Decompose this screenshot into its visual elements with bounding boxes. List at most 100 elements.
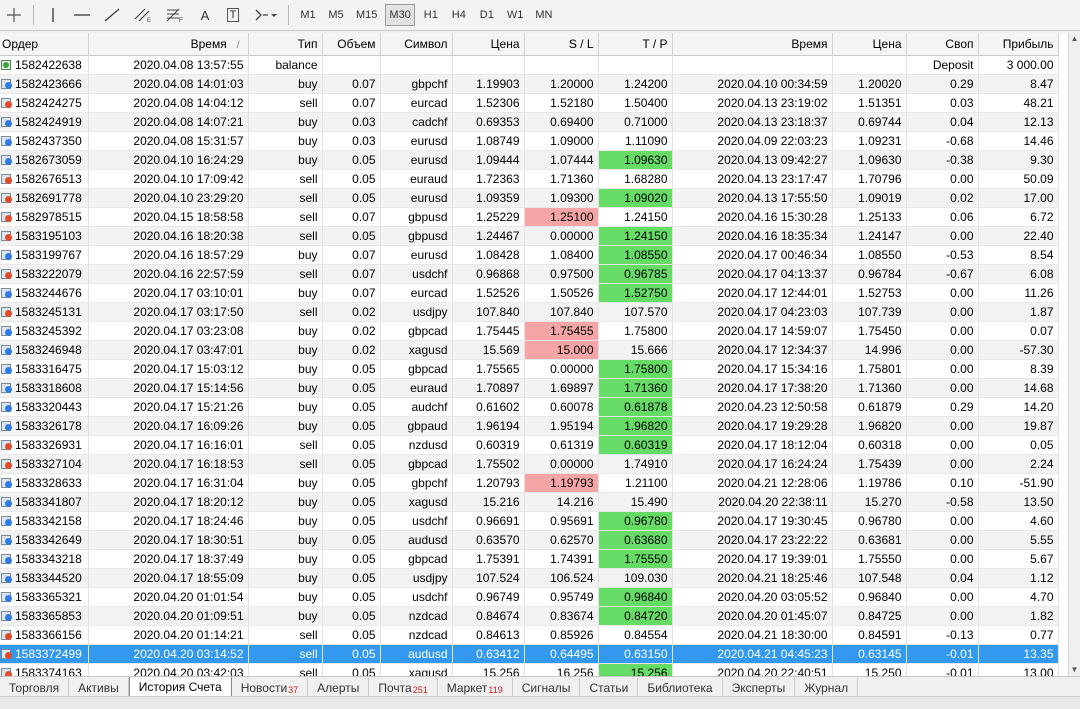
table-row[interactable]: 1583343218 2020.04.17 18:37:49 buy 0.05 gbpc…	[0, 549, 1059, 569]
cell-close-time: 2020.04.23 12:50:58	[672, 397, 833, 417]
sell-order-icon	[1, 192, 12, 204]
shapes-icon[interactable]	[249, 4, 281, 26]
table-row[interactable]: 1582437350 2020.04.08 15:31:57 buy 0.03 euru…	[0, 131, 1059, 151]
cell-stop-loss: 1.09000	[524, 131, 599, 151]
tab-8[interactable]: Сигналы	[513, 678, 581, 697]
vertical-scrollbar[interactable]: ▲ ▼	[1068, 33, 1080, 676]
timeframe-m5[interactable]: M5	[324, 4, 348, 26]
timeframe-m30[interactable]: M30	[385, 4, 415, 26]
horizontal-line-icon[interactable]	[69, 4, 95, 26]
tab-label: Журнал	[804, 680, 849, 695]
col-order[interactable]: Ордер	[0, 33, 89, 56]
text-icon[interactable]: A	[193, 4, 217, 26]
cell-symbol: gbpusd	[380, 226, 453, 246]
tab-1[interactable]: Торговля	[0, 678, 70, 697]
table-row[interactable]: 1582422638 2020.04.08 13:57:55 balance Depo…	[0, 55, 1059, 75]
table-row[interactable]: 1582673059 2020.04.10 16:24:29 buy 0.05 euru…	[0, 150, 1059, 170]
tab-9[interactable]: Статьи	[580, 678, 639, 697]
table-row[interactable]: 1583341807 2020.04.17 18:20:12 buy 0.05 xagu…	[0, 492, 1059, 512]
table-row[interactable]: 1583374163 2020.04.20 03:42:03 sell 0.05 xag…	[0, 663, 1059, 676]
table-row[interactable]: 1583365321 2020.04.20 01:01:54 buy 0.05 usdc…	[0, 587, 1059, 607]
table-row[interactable]: 1583328633 2020.04.17 16:31:04 buy 0.05 gbpc…	[0, 473, 1059, 493]
table-row[interactable]: 1583320443 2020.04.17 15:21:26 buy 0.05 audc…	[0, 397, 1059, 417]
col-close-price[interactable]: Цена	[832, 33, 907, 56]
col-profit[interactable]: Прибыль	[978, 33, 1059, 56]
table-row[interactable]: 1583365853 2020.04.20 01:09:51 buy 0.05 nzdc…	[0, 606, 1059, 626]
table-row[interactable]: 1583244676 2020.04.17 03:10:01 buy 0.07 eurc…	[0, 283, 1059, 303]
cell-symbol: usdchf	[380, 264, 453, 284]
table-row[interactable]: 1582424919 2020.04.08 14:07:21 buy 0.03 cadc…	[0, 112, 1059, 132]
table-row[interactable]: 1583327104 2020.04.17 16:18:53 sell 0.05 gbp…	[0, 454, 1059, 474]
table-row[interactable]: 1582423666 2020.04.08 14:01:03 buy 0.07 gbpc…	[0, 74, 1059, 94]
col-sl[interactable]: S / L	[524, 33, 599, 56]
sell-order-icon	[1, 268, 12, 280]
col-open-price[interactable]: Цена	[452, 33, 525, 56]
tab-10[interactable]: Библиотека	[638, 678, 723, 697]
cell-profit: 48.21	[978, 93, 1059, 113]
buy-order-icon	[1, 135, 12, 147]
table-row[interactable]: 1583342158 2020.04.17 18:24:46 buy 0.05 usdc…	[0, 511, 1059, 531]
cell-symbol: usdjpy	[380, 568, 453, 588]
table-row[interactable]: 1583326931 2020.04.17 16:16:01 sell 0.05 nzd…	[0, 435, 1059, 455]
timeframe-m15[interactable]: M15	[352, 4, 381, 26]
table-row[interactable]: 1583372499 2020.04.20 03:14:52 sell 0.05 aud…	[0, 644, 1059, 664]
col-swap[interactable]: Своп	[906, 33, 979, 56]
col-open-time[interactable]: Время /	[88, 33, 249, 56]
tab-11[interactable]: Эксперты	[723, 678, 796, 697]
cell-order-type: sell	[248, 663, 323, 676]
table-row[interactable]: 1583316475 2020.04.17 15:03:12 buy 0.05 gbpc…	[0, 359, 1059, 379]
trendline-icon[interactable]	[99, 4, 125, 26]
table-row[interactable]: 1582676513 2020.04.10 17:09:42 sell 0.05 eur…	[0, 169, 1059, 189]
label-icon[interactable]: T	[221, 4, 245, 26]
history-grid[interactable]: Ордер Время / Тип Объем Символ Цена S / L…	[0, 33, 1068, 676]
col-close-time[interactable]: Время	[672, 33, 833, 56]
cell-swap: Deposit	[906, 55, 979, 75]
table-row[interactable]: 1582978515 2020.04.15 18:58:58 sell 0.07 gbp…	[0, 207, 1059, 227]
cell-order-type: buy	[248, 511, 323, 531]
cell-open-price: 0.96749	[452, 587, 525, 607]
timeframe-d1[interactable]: D1	[475, 4, 499, 26]
fibonacci-icon[interactable]: F	[161, 4, 189, 26]
buy-order-icon	[1, 382, 12, 394]
tab-12[interactable]: Журнал	[795, 678, 859, 697]
tab-6[interactable]: Почта 251	[369, 678, 438, 697]
cell-symbol: cadchf	[380, 112, 453, 132]
cell-order-type: sell	[248, 188, 323, 208]
tab-4[interactable]: Новости 37	[232, 678, 309, 697]
timeframe-mn[interactable]: MN	[531, 4, 556, 26]
timeframe-h4[interactable]: H4	[447, 4, 471, 26]
cell-order-type: sell	[248, 302, 323, 322]
channel-icon[interactable]: E	[129, 4, 157, 26]
table-row[interactable]: 1582691778 2020.04.10 23:29:20 sell 0.05 eur…	[0, 188, 1059, 208]
table-row[interactable]: 1583245131 2020.04.17 03:17:50 sell 0.02 usd…	[0, 302, 1059, 322]
table-row[interactable]: 1583199767 2020.04.16 18:57:29 buy 0.07 euru…	[0, 245, 1059, 265]
cell-volume: 0.07	[322, 245, 381, 265]
tab-2[interactable]: Активы	[69, 678, 129, 697]
vertical-line-icon[interactable]	[41, 4, 65, 26]
scroll-down-icon[interactable]: ▼	[1069, 664, 1080, 676]
timeframe-w1[interactable]: W1	[503, 4, 528, 26]
tab-3[interactable]: История Счета	[128, 677, 232, 697]
table-row[interactable]: 1583245392 2020.04.17 03:23:08 buy 0.02 gbpc…	[0, 321, 1059, 341]
timeframe-m1[interactable]: M1	[296, 4, 320, 26]
table-row[interactable]: 1583366156 2020.04.20 01:14:21 sell 0.05 nzd…	[0, 625, 1059, 645]
table-row[interactable]: 1583342649 2020.04.17 18:30:51 buy 0.05 audu…	[0, 530, 1059, 550]
table-row[interactable]: 1583326178 2020.04.17 16:09:26 buy 0.05 gbpa…	[0, 416, 1059, 436]
col-volume[interactable]: Объем	[322, 33, 381, 56]
timeframe-h1[interactable]: H1	[419, 4, 443, 26]
col-symbol[interactable]: Символ	[380, 33, 453, 56]
table-row[interactable]: 1583246948 2020.04.17 03:47:01 buy 0.02 xagu…	[0, 340, 1059, 360]
col-tp[interactable]: T / P	[598, 33, 673, 56]
table-row[interactable]: 1583344520 2020.04.17 18:55:09 buy 0.05 usdj…	[0, 568, 1059, 588]
scroll-up-icon[interactable]: ▲	[1069, 33, 1080, 45]
table-row[interactable]: 1583195103 2020.04.16 18:20:38 sell 0.05 gbp…	[0, 226, 1059, 246]
cell-order-id: 1583195103	[0, 226, 89, 246]
cell-close-price: 0.60318	[832, 435, 907, 455]
col-type[interactable]: Тип	[248, 33, 323, 56]
crosshair-icon[interactable]	[2, 4, 26, 26]
table-row[interactable]: 1583222079 2020.04.16 22:57:59 sell 0.07 usd…	[0, 264, 1059, 284]
table-row[interactable]: 1582424275 2020.04.08 14:04:12 sell 0.07 eur…	[0, 93, 1059, 113]
tab-5[interactable]: Алерты	[308, 678, 370, 697]
tab-7[interactable]: Маркет 119	[438, 678, 513, 697]
table-row[interactable]: 1583318608 2020.04.17 15:14:56 buy 0.05 eura…	[0, 378, 1059, 398]
